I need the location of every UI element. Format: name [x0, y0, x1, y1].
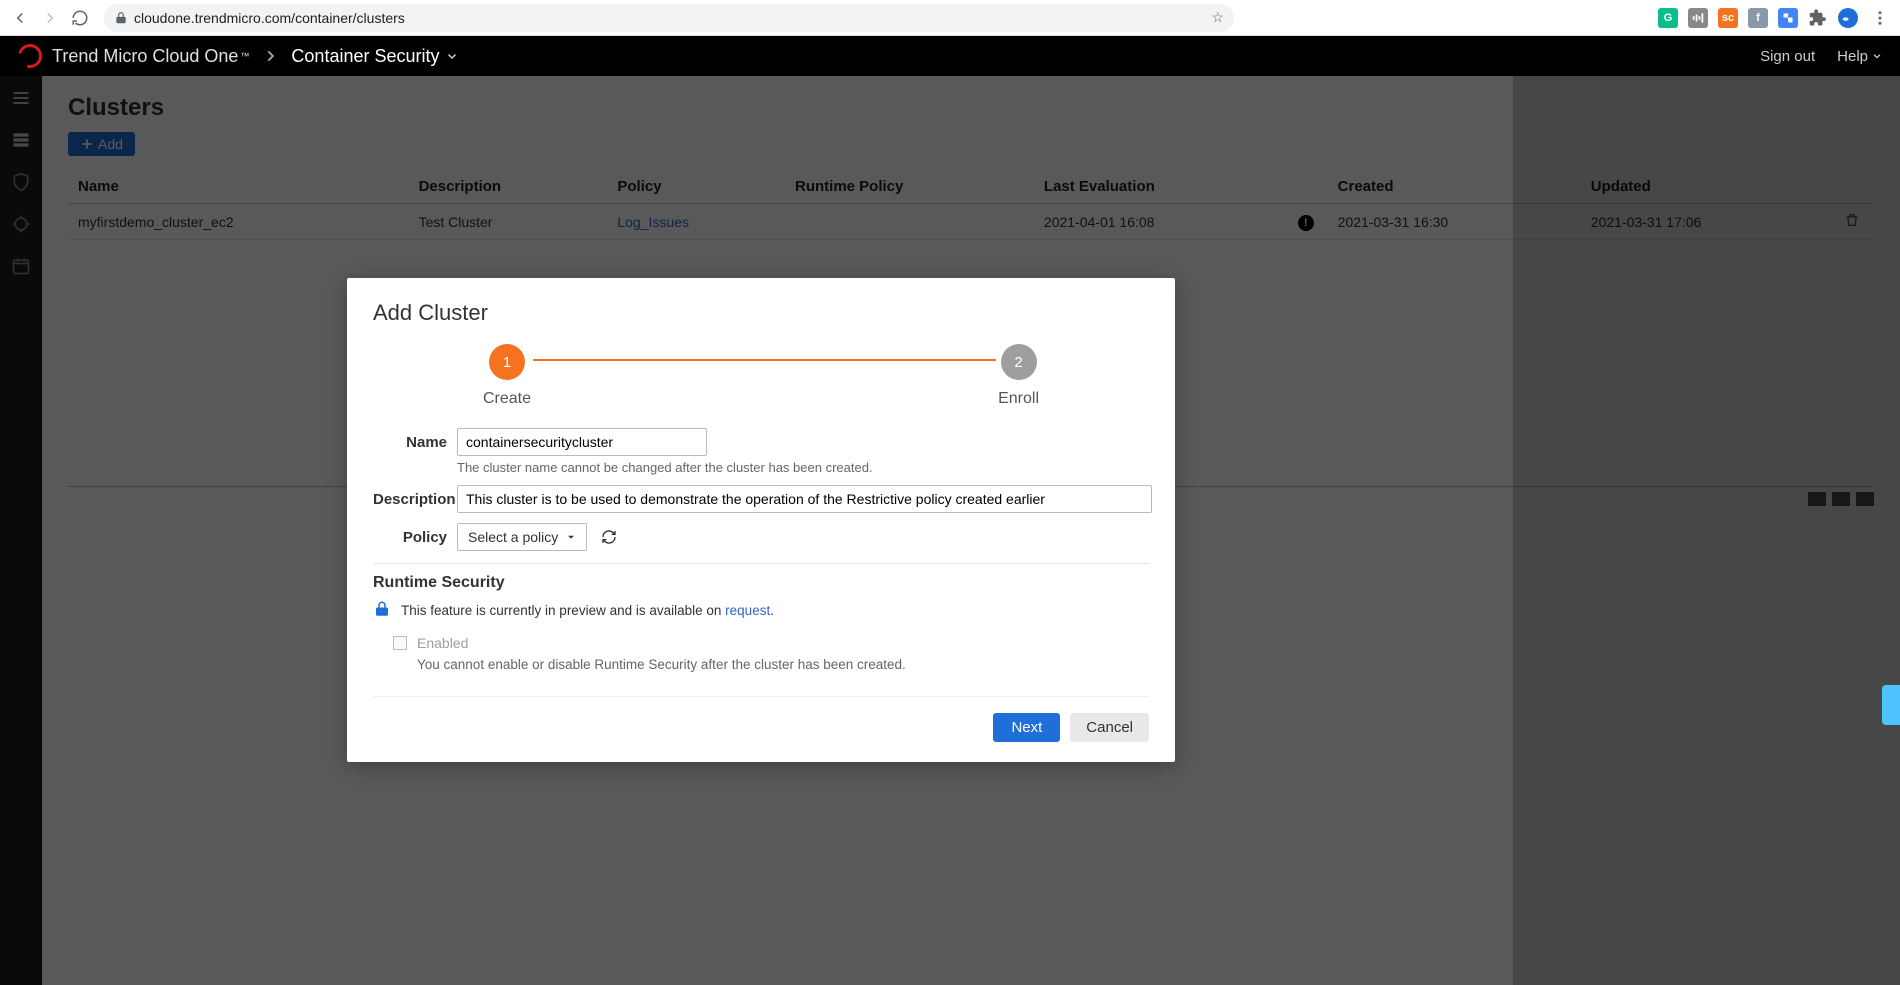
forward-icon[interactable]: [38, 6, 62, 30]
preview-prefix: This feature is currently in preview and…: [401, 603, 725, 618]
back-icon[interactable]: [8, 6, 32, 30]
policy-select-label: Select a policy: [468, 529, 558, 545]
step-enroll: 2 Enroll: [998, 344, 1039, 408]
name-label: Name: [373, 428, 457, 451]
brand-name: Trend Micro Cloud One: [52, 46, 238, 67]
ext-translate-icon[interactable]: [1778, 8, 1798, 28]
side-drawer-dim: [1513, 76, 1900, 985]
sign-out-link[interactable]: Sign out: [1760, 48, 1815, 65]
lock-icon: [373, 600, 391, 621]
enabled-checkbox: [393, 636, 407, 650]
preview-suffix: .: [770, 603, 774, 618]
help-dropdown[interactable]: Help: [1837, 48, 1882, 65]
cluster-description-input[interactable]: [457, 485, 1152, 513]
step-connector: [533, 359, 996, 361]
modal-title: Add Cluster: [373, 300, 1149, 326]
add-cluster-modal: Add Cluster 1 Create 2 Enroll Name The c…: [347, 278, 1175, 762]
extensions-puzzle-icon[interactable]: [1808, 8, 1828, 28]
extensions-area: G sc f: [1658, 6, 1892, 30]
brand-logo-icon: [14, 40, 47, 73]
ext-grammarly-icon[interactable]: G: [1658, 8, 1678, 28]
brand-title[interactable]: Trend Micro Cloud One™: [52, 46, 249, 67]
star-icon[interactable]: ☆: [1211, 9, 1224, 26]
next-button[interactable]: Next: [993, 713, 1060, 742]
step-1-label: Create: [483, 390, 531, 408]
chevron-down-icon: [446, 50, 458, 62]
step-1-circle: 1: [489, 344, 525, 380]
reload-icon[interactable]: [68, 6, 92, 30]
ext-audio-icon[interactable]: [1688, 8, 1708, 28]
breadcrumb-label: Container Security: [291, 46, 439, 67]
trademark: ™: [240, 51, 249, 61]
browser-toolbar: cloudone.trendmicro.com/container/cluste…: [0, 0, 1900, 36]
step-create: 1 Create: [483, 344, 531, 408]
chevron-right-icon: [263, 49, 277, 63]
request-link[interactable]: request: [725, 603, 770, 618]
cancel-button[interactable]: Cancel: [1070, 713, 1149, 742]
enabled-label: Enabled: [417, 635, 468, 651]
step-2-label: Enroll: [998, 390, 1039, 408]
address-bar[interactable]: cloudone.trendmicro.com/container/cluste…: [104, 4, 1234, 32]
chevron-down-icon: [1872, 51, 1882, 61]
runtime-preview-text: This feature is currently in preview and…: [401, 603, 774, 618]
policy-select[interactable]: Select a policy: [457, 523, 587, 551]
app-body: Clusters Add Name Description Policy Run…: [0, 76, 1900, 985]
caret-down-icon: [566, 532, 576, 542]
profile-avatar-icon[interactable]: [1838, 8, 1858, 28]
description-label: Description: [373, 485, 457, 508]
help-label: Help: [1837, 48, 1868, 65]
app-header: Trend Micro Cloud One™ Container Securit…: [0, 36, 1900, 76]
enabled-hint: You cannot enable or disable Runtime Sec…: [393, 657, 1149, 672]
feedback-tab[interactable]: [1882, 685, 1900, 725]
cluster-name-input[interactable]: [457, 428, 707, 456]
ext-facebook-icon[interactable]: f: [1748, 8, 1768, 28]
url-text: cloudone.trendmicro.com/container/cluste…: [134, 10, 405, 26]
name-hint: The cluster name cannot be changed after…: [457, 460, 1149, 475]
refresh-policies-icon[interactable]: [601, 529, 617, 545]
chrome-menu-icon[interactable]: [1868, 6, 1892, 30]
breadcrumb-section[interactable]: Container Security: [291, 46, 457, 67]
stepper: 1 Create 2 Enroll: [373, 344, 1149, 408]
lock-icon: [114, 11, 128, 25]
step-2-circle: 2: [1001, 344, 1037, 380]
runtime-security-heading: Runtime Security: [373, 574, 1149, 592]
policy-label: Policy: [373, 529, 457, 546]
ext-sc-icon[interactable]: sc: [1718, 8, 1738, 28]
